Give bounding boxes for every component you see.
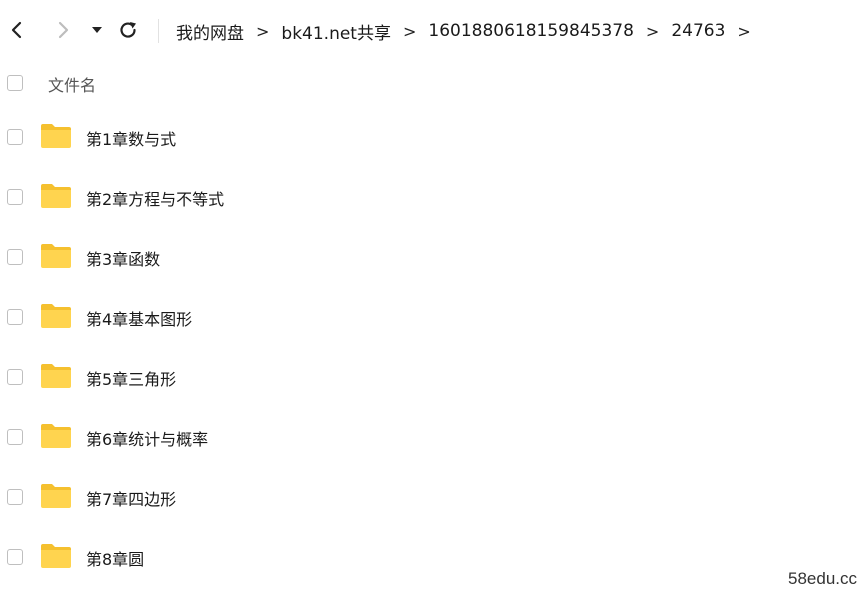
folder-icon: [41, 424, 71, 448]
chevron-left-icon: [11, 21, 22, 39]
list-item[interactable]: 第6章统计与概率: [0, 417, 867, 457]
refresh-icon: [120, 22, 136, 38]
folder-name[interactable]: 第8章圆: [86, 546, 144, 570]
folder-name[interactable]: 第6章统计与概率: [86, 426, 208, 450]
back-button[interactable]: [2, 14, 32, 46]
breadcrumb-item-shared[interactable]: bk41.net共享: [281, 19, 391, 44]
row-checkbox[interactable]: [7, 129, 23, 145]
breadcrumb-separator-icon: >: [402, 21, 417, 41]
row-checkbox[interactable]: [7, 489, 23, 505]
folder-icon: [41, 184, 71, 208]
breadcrumb: 我的网盘 > bk41.net共享 > 1601880618159845378 …: [176, 16, 763, 46]
folder-icon: [41, 364, 71, 388]
folder-icon: [41, 244, 71, 268]
folder-name[interactable]: 第1章数与式: [86, 126, 176, 150]
folder-name[interactable]: 第7章四边形: [86, 486, 176, 510]
breadcrumb-item-current[interactable]: 24763: [671, 21, 725, 41]
list-item[interactable]: 第1章数与式: [0, 117, 867, 157]
refresh-button[interactable]: [113, 14, 143, 46]
forward-button[interactable]: [48, 14, 78, 46]
history-dropdown-button[interactable]: [82, 14, 112, 46]
folder-icon: [41, 484, 71, 508]
row-checkbox[interactable]: [7, 309, 23, 325]
list-item[interactable]: 第4章基本图形: [0, 297, 867, 337]
breadcrumb-item-folder-id[interactable]: 1601880618159845378: [428, 21, 634, 41]
column-header-filename[interactable]: 文件名: [48, 72, 96, 96]
breadcrumb-item-my-drive[interactable]: 我的网盘: [176, 19, 244, 44]
toolbar-divider: [158, 19, 159, 43]
folder-icon: [41, 304, 71, 328]
list-item[interactable]: 第8章圆: [0, 537, 867, 577]
row-checkbox[interactable]: [7, 189, 23, 205]
list-item[interactable]: 第2章方程与不等式: [0, 177, 867, 217]
chevron-right-icon: [58, 21, 69, 39]
row-checkbox[interactable]: [7, 549, 23, 565]
list-item[interactable]: 第5章三角形: [0, 357, 867, 397]
row-checkbox[interactable]: [7, 369, 23, 385]
caret-down-icon: [92, 27, 102, 33]
folder-name[interactable]: 第5章三角形: [86, 366, 176, 390]
folder-name[interactable]: 第3章函数: [86, 246, 160, 270]
row-checkbox[interactable]: [7, 249, 23, 265]
select-all-checkbox[interactable]: [7, 75, 23, 91]
folder-name[interactable]: 第4章基本图形: [86, 306, 192, 330]
toolbar: 我的网盘 > bk41.net共享 > 1601880618159845378 …: [0, 0, 867, 60]
breadcrumb-separator-icon: >: [737, 21, 751, 41]
breadcrumb-separator-icon: >: [645, 21, 660, 41]
watermark: 58edu.cc: [788, 569, 857, 588]
folder-icon: [41, 544, 71, 568]
row-checkbox[interactable]: [7, 429, 23, 445]
folder-name[interactable]: 第2章方程与不等式: [86, 186, 224, 210]
breadcrumb-separator-icon: >: [256, 21, 270, 41]
list-item[interactable]: 第3章函数: [0, 237, 867, 277]
list-item[interactable]: 第7章四边形: [0, 477, 867, 517]
folder-icon: [41, 124, 71, 148]
